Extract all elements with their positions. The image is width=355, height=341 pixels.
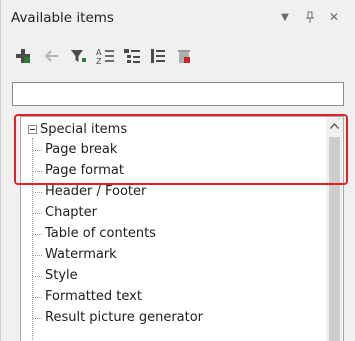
tree-item-chapter[interactable]: Chapter — [21, 203, 311, 223]
tree-item-label: Table of contents — [45, 226, 156, 241]
tree-item-label: Page break — [45, 142, 118, 157]
tree-connector — [33, 297, 42, 298]
collapse-icon[interactable] — [28, 125, 37, 134]
search-input[interactable] — [12, 82, 344, 106]
tree-connector — [33, 213, 42, 214]
tree-item-result-picture-generator[interactable]: Result picture generator — [21, 308, 311, 328]
scroll-up-icon[interactable] — [326, 117, 343, 134]
tree-item-label: Header / Footer — [45, 184, 147, 199]
add-icon[interactable] — [11, 44, 35, 68]
back-arrow-icon[interactable] — [40, 44, 64, 68]
tree-connector — [33, 255, 42, 256]
svg-text:Z: Z — [96, 57, 102, 65]
items-tree: Special items Page break Page format Hea… — [20, 116, 344, 341]
tree-item-page-break[interactable]: Page break — [21, 140, 311, 160]
vertical-scrollbar[interactable] — [326, 117, 343, 341]
svg-text:A: A — [96, 48, 102, 57]
dropdown-menu-icon[interactable]: ▼ — [274, 6, 296, 28]
tree-item-label: Watermark — [45, 247, 117, 262]
close-icon[interactable]: ✕ — [323, 6, 345, 28]
list-icon[interactable] — [146, 44, 170, 68]
tree-item-special-items[interactable]: Special items — [21, 120, 311, 140]
panel-titlebar: Available items ▼ ✕ — [1, 0, 355, 36]
tree-item-label: Page format — [45, 163, 124, 178]
filter-icon[interactable] — [67, 44, 91, 68]
tree-item-formatted-text[interactable]: Formatted text — [21, 287, 311, 307]
tree-item-label: Style — [45, 268, 78, 283]
tree-item-watermark[interactable]: Watermark — [21, 245, 311, 265]
tree-item-page-format[interactable]: Page format — [21, 161, 311, 181]
tree-connector — [33, 234, 42, 235]
available-items-panel: Available items ▼ ✕ A Z Special items Pa… — [0, 0, 355, 341]
scrollbar-thumb[interactable] — [329, 137, 340, 341]
tree-item-label: Special items — [40, 122, 128, 137]
sort-az-icon[interactable]: A Z — [93, 44, 117, 68]
panel-title: Available items — [11, 10, 114, 26]
tree-item-style[interactable]: Style — [21, 266, 311, 286]
tree-item-label: Chapter — [45, 205, 97, 220]
pin-icon[interactable] — [299, 6, 321, 28]
tree-connector — [33, 276, 42, 277]
tree-connector — [33, 171, 42, 172]
toolbar: A Z — [11, 44, 346, 72]
tree-item-table-of-contents[interactable]: Table of contents — [21, 224, 311, 244]
outline-icon[interactable] — [120, 44, 144, 68]
tree-item-label: Result picture generator — [45, 310, 204, 325]
delete-icon[interactable] — [172, 44, 196, 68]
tree-connector — [33, 318, 42, 319]
tree-item-header-footer[interactable]: Header / Footer — [21, 182, 311, 202]
tree-item-label: Formatted text — [45, 289, 142, 304]
tree-connector — [33, 150, 42, 151]
tree-connector — [33, 192, 42, 193]
